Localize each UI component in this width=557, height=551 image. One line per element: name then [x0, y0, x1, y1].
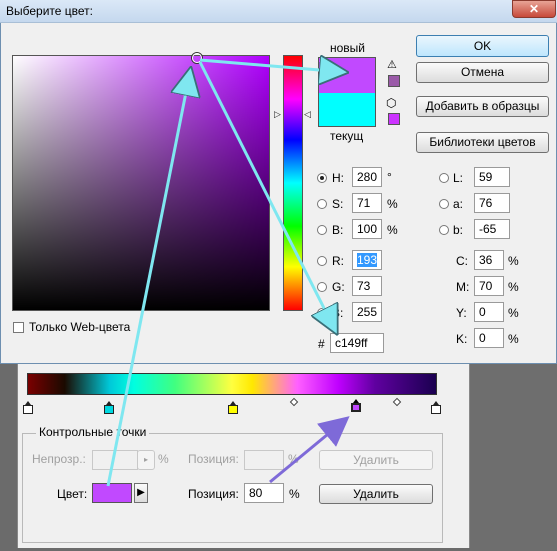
arrow-to-new-swatch — [199, 60, 343, 72]
arrow-from-stop-swatch — [106, 72, 190, 487]
arrow-to-position-field — [269, 416, 350, 484]
annotation-arrows — [106, 0, 557, 487]
arrow-to-hex-field — [198, 61, 335, 330]
